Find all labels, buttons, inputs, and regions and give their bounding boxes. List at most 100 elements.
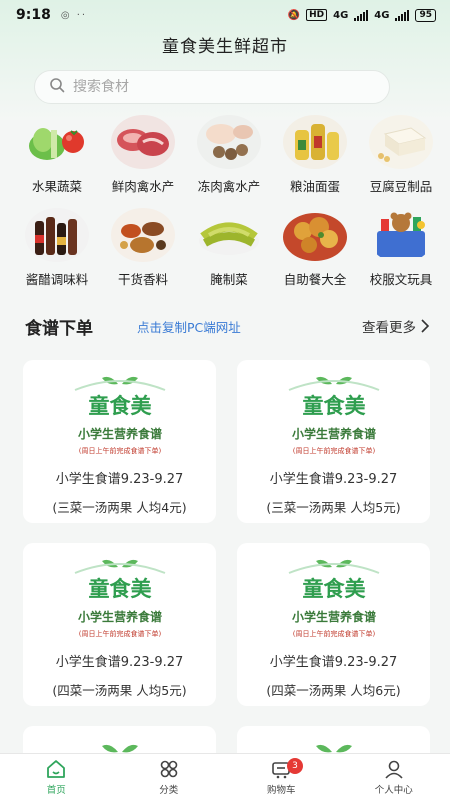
category-label: 粮油面蛋 [289,179,340,194]
category-label: 豆腐豆制品 [369,179,433,194]
bottom-nav: 首页 分类 3 购物车 个人中心 [0,753,450,800]
recipe-logo-note: (周日上午前完成食谱下单) [292,446,375,455]
tofu-image [367,112,435,170]
signal-icon-2 [395,9,410,21]
category-vegetables[interactable]: 水果蔬菜 [14,112,100,195]
mute-icon: 🔕 [287,9,301,21]
vegetables-image [23,112,91,170]
category-toys[interactable]: 校服文玩具 [358,205,444,288]
recipe-title: 小学生食谱9.23-9.27 [55,472,184,487]
recipe-logo-brand: 童食美 [302,394,365,418]
recipe-title: 小学生食谱9.23-9.27 [269,472,398,487]
recipe-logo-subtitle: 小学生营养食谱 [77,426,161,441]
recipe-logo: 童食美 小学生营养食谱 (周日上午前完成食谱下单) [259,366,409,462]
spice-image [109,205,177,263]
recipe-logo-note: (周日上午前完成食谱下单) [78,629,161,638]
view-more-label: 查看更多 [362,320,416,336]
meat-image [109,112,177,170]
recipe-title: 小学生食谱9.23-9.27 [269,655,398,670]
category-pickle[interactable]: 腌制菜 [186,205,272,288]
copy-pc-url-link[interactable]: 点击复制PC端网址 [137,317,241,336]
recipe-card[interactable]: 童食美 小学生营养食谱 (周日上午前完成食谱下单) 小学生食谱9.23-9.27… [237,360,430,523]
status-indicators: 🔕 HD 4G 4G 95 [287,8,436,22]
recipe-card[interactable]: 童食美 小学生营养食谱 (周日上午前完成食谱下单) 小学生食谱9.23-9.27… [237,543,430,706]
category-fresh-meat[interactable]: 鲜肉禽水产 [100,112,186,195]
recipe-logo: 童食美 小学生营养食谱 (周日上午前完成食谱下单) [45,366,195,462]
network-label-2: 4G [374,9,390,21]
category-buffet[interactable]: 自助餐大全 [272,205,358,288]
nav-category[interactable]: 分类 [113,754,226,800]
recipe-logo-subtitle: 小学生营养食谱 [291,426,375,441]
recipe-cards: 童食美 小学生营养食谱 (周日上午前完成食谱下单) 小学生食谱9.23-9.27… [23,360,433,766]
leaf-icon: 童食美 小学生营养食谱 (周日上午前完成食谱下单) [74,376,165,455]
recipe-logo: 童食美 小学生营养食谱 (周日上午前完成食谱下单) [45,549,195,645]
recipe-logo-subtitle: 小学生营养食谱 [291,609,375,624]
recipe-logo-note: (周日上午前完成食谱下单) [292,629,375,638]
recipe-logo-brand: 童食美 [302,577,365,601]
search-bar[interactable] [34,70,390,104]
section-title: 食谱下单 [25,318,93,339]
status-time: 9:18 [16,7,51,23]
leaf-icon: 童食美 小学生营养食谱 (周日上午前完成食谱下单) [288,559,379,638]
signal-icon [354,9,369,21]
category-label: 冻肉禽水产 [197,179,261,194]
leaf-icon: 童食美 小学生营养食谱 (周日上午前完成食谱下单) [288,376,379,455]
leaf-icon [101,744,138,753]
chevron-right-icon [421,319,430,333]
network-label-1: 4G [333,9,349,21]
category-frozen-meat[interactable]: 冻肉禽水产 [186,112,272,195]
category-grain-oil[interactable]: 粮油面蛋 [272,112,358,195]
recipe-logo-brand: 童食美 [88,577,151,601]
nav-label: 首页 [46,784,66,796]
nav-cart[interactable]: 3 购物车 [225,754,338,800]
category-label: 校服文玩具 [369,272,433,287]
category-label: 水果蔬菜 [31,179,82,194]
category-spice[interactable]: 干货香料 [100,205,186,288]
home-icon [47,759,66,778]
status-bar: 9:18 ◎ ·· 🔕 HD 4G 4G 95 [0,0,450,30]
frozen-meat-image [195,112,263,170]
recipe-card[interactable]: 童食美 小学生营养食谱 (周日上午前完成食谱下单) 小学生食谱9.23-9.27… [23,543,216,706]
category-label: 酱醋调味料 [25,272,89,287]
search-icon [49,77,65,97]
view-more-button[interactable]: 查看更多 [362,316,430,336]
leaf-icon: 童食美 小学生营养食谱 (周日上午前完成食谱下单) [74,559,165,638]
user-icon [385,760,403,779]
recipe-subtitle: (三菜一汤两果 人均5元) [266,500,401,515]
recipe-logo-note: (周日上午前完成食谱下单) [78,446,161,455]
category-sauce[interactable]: 酱醋调味料 [14,205,100,288]
recipe-subtitle: (四菜一汤两果 人均6元) [266,683,401,698]
recipe-logo-brand: 童食美 [88,394,151,418]
cart-badge: 3 [287,758,303,774]
category-grid: 水果蔬菜 鲜肉禽水产 冻肉禽水产 粮油面蛋 豆腐豆制品 酱醋调味料 干货香料 腌… [14,112,444,288]
battery-icon: 95 [415,8,436,22]
category-label: 腌制菜 [210,272,248,287]
category-icon [160,760,178,777]
recipe-title: 小学生食谱9.23-9.27 [55,655,184,670]
category-label: 鲜肉禽水产 [111,179,175,194]
sauce-image [23,205,91,263]
nav-home[interactable]: 首页 [0,754,113,800]
toys-image [367,205,435,263]
nav-label: 分类 [159,784,179,796]
recipe-logo: 童食美 小学生营养食谱 (周日上午前完成食谱下单) [259,549,409,645]
recipe-section-header: 食谱下单 点击复制PC端网址 查看更多 [25,314,430,339]
category-label: 自助餐大全 [283,272,347,287]
grain-oil-image [281,112,349,170]
buffet-image [281,205,349,263]
recipe-subtitle: (四菜一汤两果 人均5元) [52,683,187,698]
nav-profile[interactable]: 个人中心 [338,754,450,800]
nav-label: 购物车 [266,784,296,796]
recipe-card[interactable]: 童食美 小学生营养食谱 (周日上午前完成食谱下单) 小学生食谱9.23-9.27… [23,360,216,523]
page-title: 童食美生鲜超市 [162,37,288,57]
leaf-icon [315,744,352,753]
pickle-image [195,205,263,263]
recipe-logo-subtitle: 小学生营养食谱 [77,609,161,624]
category-tofu[interactable]: 豆腐豆制品 [358,112,444,195]
hd-icon: HD [306,9,328,21]
recipe-subtitle: (三菜一汤两果 人均4元) [52,500,187,515]
notification-icons: ◎ ·· [60,9,88,21]
search-input[interactable] [73,79,353,95]
category-label: 干货香料 [117,272,168,287]
nav-label: 个人中心 [374,784,413,796]
